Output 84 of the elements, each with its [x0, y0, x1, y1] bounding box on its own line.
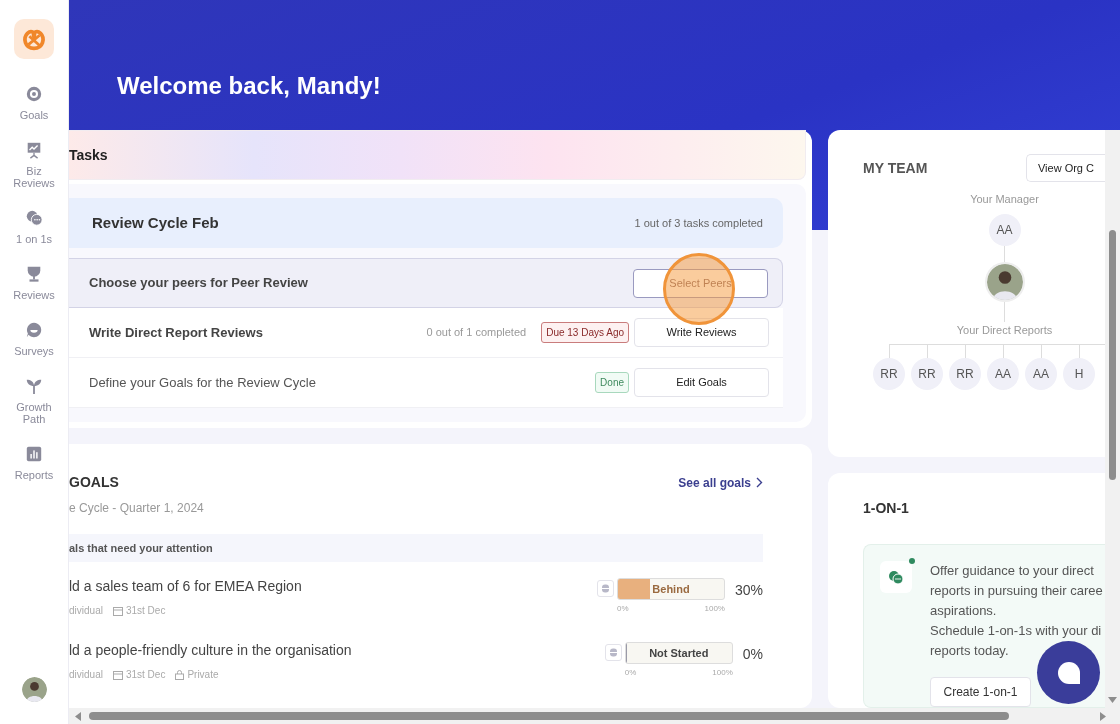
goal-type-icon[interactable]: [596, 580, 614, 597]
user-avatar[interactable]: [986, 263, 1023, 300]
cycle-name: Review Cycle Feb: [92, 212, 220, 233]
one-on-one-title: 1-ON-1: [863, 499, 910, 518]
sidebar-item[interactable]: Growth Path: [4, 377, 64, 425]
sidebar-item[interactable]: 1 on 1s: [4, 209, 64, 245]
goal-date: 31st Dec: [125, 668, 166, 682]
goal-type: dividual: [69, 668, 103, 682]
trophy-icon: [25, 265, 43, 283]
target-icon: [25, 85, 43, 103]
scroll-right-arrow-icon[interactable]: [1100, 711, 1106, 721]
axis-min: 0%: [624, 667, 637, 679]
person-initials[interactable]: AA: [1025, 358, 1057, 390]
privacy-label: Private: [187, 668, 219, 682]
status-badge: Done: [595, 372, 629, 393]
speech-bubble-icon: [1056, 660, 1081, 685]
person-initials[interactable]: AA: [988, 213, 1021, 246]
scrollbar-thumb[interactable]: [1109, 230, 1116, 480]
person-initials[interactable]: H: [1063, 358, 1095, 390]
guidance-text: Schedule 1-on-1s with your di: [930, 622, 1103, 640]
task-action-button[interactable]: Edit Goals: [634, 368, 769, 397]
calendar-icon: [112, 669, 123, 680]
guidance-text: Offer guidance to your direct: [930, 562, 1095, 580]
sprout-icon: [25, 377, 43, 395]
task-title: Choose your peers for Peer Review: [89, 274, 309, 293]
user-avatar[interactable]: [21, 677, 47, 702]
person-initials[interactable]: RR: [911, 358, 943, 390]
lock-icon: [175, 669, 185, 680]
horizontal-scrollbar[interactable]: [69, 708, 1120, 724]
scroll-left-arrow-icon[interactable]: [75, 711, 81, 721]
bar-chart-icon: [25, 445, 43, 463]
tasks-completed-count: 1 out of 3 tasks completed: [634, 215, 763, 231]
goal-status: Behind: [651, 581, 691, 597]
guidance-text: reports today.: [930, 642, 1010, 660]
app-logo[interactable]: [14, 19, 54, 59]
goal-title[interactable]: ld a sales team of 6 for EMEA Region: [69, 576, 597, 597]
tasks-title: Tasks: [69, 145, 108, 165]
welcome-heading: Welcome back, Mandy!: [117, 72, 381, 99]
task-title: Define your Goals for the Review Cycle: [89, 373, 317, 392]
task-row[interactable]: Write Direct Report Reviews 0 out of 1 completed Due 13 Days Ago Write Reviews: [69, 308, 783, 358]
axis-max: 100%: [704, 603, 725, 615]
person-initials[interactable]: RR: [873, 358, 905, 390]
axis-max: 100%: [712, 667, 733, 679]
goal-title[interactable]: ld a people-friendly culture in the organisation: [69, 640, 605, 661]
goal-status: Not Started: [648, 645, 710, 661]
speech-bubble-icon: [25, 321, 43, 339]
goal-percent: 30%: [734, 581, 763, 600]
chat-icon: [880, 561, 912, 593]
goals-title: GOALS: [69, 473, 119, 492]
create-one-on-one-button[interactable]: Create 1-on-1: [930, 677, 1031, 707]
manager-label: Your Manager: [970, 192, 1039, 207]
sidebar-item[interactable]: Reviews: [4, 265, 64, 301]
scrollbar-thumb[interactable]: [89, 712, 1009, 720]
task-title: Write Direct Report Reviews: [89, 323, 264, 342]
task-row[interactable]: Choose your peers for Peer Review Select Peers: [69, 258, 783, 308]
team-title: MY TEAM: [863, 158, 928, 178]
person-initials[interactable]: AA: [987, 358, 1019, 390]
reports-label: Your Direct Reports: [956, 322, 1053, 338]
status-badge: Due 13 Days Ago: [541, 322, 629, 343]
task-progress: 0 out of 1 completed: [426, 325, 527, 341]
sidebar-item[interactable]: Surveys: [4, 321, 64, 357]
chevron-right-icon: [756, 477, 763, 488]
goal-type-icon[interactable]: [604, 644, 622, 661]
sidebar-item[interactable]: Reports: [4, 445, 64, 481]
goal-date: 31st Dec: [125, 604, 166, 618]
goals-subtitle: e Cycle - Quarter 1, 2024: [69, 500, 205, 517]
axis-min: 0%: [616, 603, 629, 615]
goal-percent: 0%: [742, 645, 763, 664]
task-action-button[interactable]: Write Reviews: [634, 318, 769, 347]
guidance-text: reports in pursuing their caree: [930, 582, 1103, 600]
guidance-text: aspirations.: [930, 602, 998, 620]
presentation-icon: [25, 141, 43, 159]
sidebar-item[interactable]: Goals: [4, 85, 64, 121]
chat-bubbles-icon: [25, 209, 43, 227]
see-all-goals-link[interactable]: See all goals: [678, 473, 763, 492]
sidebar-item[interactable]: Biz Reviews: [4, 141, 64, 189]
vertical-scrollbar[interactable]: [1105, 130, 1120, 708]
goal-type: dividual: [69, 604, 103, 618]
calendar-icon: [112, 605, 123, 616]
task-row[interactable]: Define your Goals for the Review Cycle Done Edit Goals: [69, 358, 783, 408]
scroll-down-arrow-icon[interactable]: [1108, 697, 1117, 703]
banner-text: als that need your attention: [69, 540, 213, 556]
view-org-chart-button[interactable]: View Org C: [1025, 154, 1105, 182]
person-initials[interactable]: RR: [949, 358, 981, 390]
